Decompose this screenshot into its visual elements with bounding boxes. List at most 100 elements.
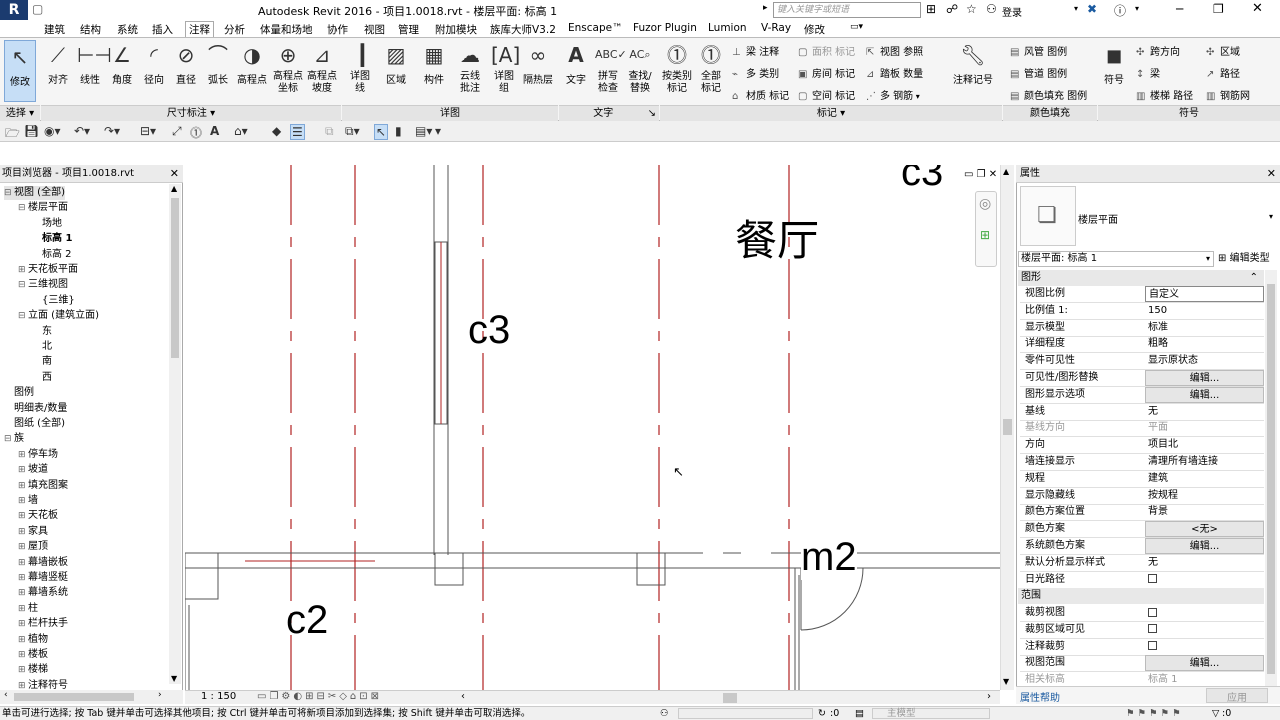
symbol-button[interactable]: ◼ 符号 <box>1100 42 1128 86</box>
browser-item[interactable]: ⊞ 栏杆扶手 <box>18 617 68 631</box>
tab-collaborate[interactable]: 协作 <box>327 22 348 37</box>
property-value[interactable]: 显示原状态 <box>1145 353 1264 369</box>
tag-all-button[interactable]: ⓵ 全部 标记 <box>696 42 726 95</box>
editable-only-icon[interactable]: ↻ <box>818 707 826 720</box>
browser-item[interactable]: 场地 <box>32 217 62 231</box>
section-extents[interactable]: 范围 <box>1018 588 1264 604</box>
expand-icon[interactable]: ⊞ <box>18 479 28 493</box>
canvas-vscroll-thumb[interactable] <box>1003 419 1012 435</box>
scroll-left-icon[interactable]: ‹ <box>461 691 465 702</box>
redo-icon[interactable]: ↷▾ <box>104 124 120 138</box>
close-icon[interactable]: ✕ <box>170 165 179 182</box>
section-icon[interactable]: ◆ <box>272 124 281 138</box>
expand-icon[interactable]: ⊞ <box>18 663 28 677</box>
keynote-button[interactable]: 🔧︎ 注释记号 <box>948 42 998 86</box>
expand-icon[interactable]: ⊞ <box>18 540 28 554</box>
arc-length-button[interactable]: ⌒ 弧长 <box>204 42 232 86</box>
revit-logo[interactable]: R <box>0 0 28 20</box>
properties-scroll-thumb[interactable] <box>1267 284 1275 674</box>
angular-dimension-button[interactable]: ∠ 角度 <box>108 42 136 86</box>
browser-item[interactable]: ⊞ 幕墙竖梃 <box>18 571 68 585</box>
text-quick-icon[interactable]: A <box>210 124 219 138</box>
region-button[interactable]: ▨ 区域 <box>382 42 410 86</box>
pipe-legend-button[interactable]: ▤ 管道 图例 <box>1010 65 1067 80</box>
apply-button[interactable]: 应用 <box>1206 688 1268 704</box>
door-tag-m2[interactable]: m2 <box>801 535 857 580</box>
expand-icon[interactable]: ⊞ <box>18 556 28 570</box>
align-dimension-button[interactable]: ⟋ 对齐 <box>44 42 72 86</box>
browser-hscrollbar[interactable]: ‹ › <box>0 690 183 704</box>
property-value[interactable]: <无> <box>1145 521 1264 538</box>
filter-icon[interactable]: ▽ <box>1212 707 1219 720</box>
multi-category-button[interactable]: ⌁ 多 类别 <box>732 65 779 80</box>
browser-item[interactable]: ⊞ 停车场 <box>18 448 58 462</box>
browser-item[interactable]: ⊟ 楼层平面 <box>18 201 68 215</box>
browser-item[interactable]: ⊞ 天花板平面 <box>18 263 78 277</box>
linear-dimension-button[interactable]: ⊢⊣ 线性 <box>76 42 112 86</box>
3d-view-icon[interactable]: ⌂▾ <box>234 124 248 138</box>
area-symbol-button[interactable]: ✣ 区域 <box>1206 43 1240 58</box>
scroll-left-icon[interactable]: ‹ <box>4 690 8 700</box>
subscription-icon[interactable]: ☍ <box>946 2 958 16</box>
browser-item[interactable]: ⊞ 填充图案 <box>18 479 68 493</box>
collapse-icon[interactable]: ⊟ <box>18 201 28 215</box>
property-value[interactable]: 按规程 <box>1145 488 1264 504</box>
tab-analyze[interactable]: 分析 <box>224 22 245 37</box>
property-value[interactable] <box>1145 572 1264 588</box>
window-tag-c2[interactable]: c2 <box>286 598 328 643</box>
switch-windows-icon[interactable]: ⧉▾ <box>345 124 360 139</box>
spot-elevation-button[interactable]: ◑ 高程点 <box>236 42 268 86</box>
login-dropdown-icon[interactable]: ▾ <box>1074 4 1078 13</box>
detail-group-button[interactable]: [A] 详图 组 <box>490 42 520 95</box>
canvas-hscroll-thumb[interactable] <box>723 693 737 703</box>
expand-icon[interactable]: ⊞ <box>18 463 28 477</box>
tab-fuzor[interactable]: Fuzor Plugin <box>633 22 697 34</box>
browser-item[interactable]: ⊟ 立面 (建筑立面) <box>18 309 99 323</box>
scroll-up-icon[interactable]: ▲ <box>1003 167 1009 176</box>
close-icon[interactable]: ✕ <box>1267 165 1276 182</box>
navigation-bar[interactable]: ◎ ⊞ <box>975 191 997 267</box>
span-direction-button[interactable]: ✣ 跨方向 <box>1136 43 1180 58</box>
multi-rebar-button[interactable]: ⋰ 多 钢筋 ▾ <box>866 87 920 102</box>
property-value[interactable]: 自定义 <box>1145 286 1264 302</box>
window-tile-icon[interactable]: ▤▾ <box>415 124 432 138</box>
tab-vray[interactable]: V-Ray <box>761 22 791 34</box>
edit-type-button[interactable]: ⊞ 编辑类型 <box>1218 251 1276 267</box>
selection-options-icons[interactable]: ⚑⚑⚑⚑⚑ <box>1126 707 1184 720</box>
browser-item[interactable]: 图纸 (全部) <box>4 417 65 431</box>
help-dropdown-icon[interactable]: ▾ <box>1135 4 1139 13</box>
collapse-icon[interactable]: ⊟ <box>18 278 28 292</box>
section-graphics[interactable]: 图形 ⌃ <box>1018 270 1264 286</box>
browser-item[interactable]: 南 <box>32 355 52 369</box>
expand-icon[interactable]: ⊞ <box>18 571 28 585</box>
instance-selector[interactable]: 楼层平面: 标高 1 ▾ <box>1018 251 1214 267</box>
browser-item[interactable]: 东 <box>32 325 52 339</box>
browser-item[interactable]: ⊞ 墙 <box>18 494 38 508</box>
measure-icon[interactable]: ⊟▾ <box>140 124 156 138</box>
tab-lumion[interactable]: Lumion <box>708 22 747 34</box>
scroll-right-icon[interactable]: › <box>158 690 162 700</box>
room-tag-button[interactable]: ▣ 房间 标记 <box>798 65 855 80</box>
duct-legend-button[interactable]: ▤ 风管 图例 <box>1010 43 1067 58</box>
browser-item[interactable]: ⊟ 族 <box>4 432 24 446</box>
panel-tag[interactable]: 标记 ▾ <box>660 105 1002 121</box>
checkbox[interactable] <box>1148 574 1157 584</box>
scroll-right-icon[interactable]: › <box>987 691 991 702</box>
property-value[interactable]: 无 <box>1145 555 1264 571</box>
workset-selector[interactable] <box>678 708 813 719</box>
property-value[interactable] <box>1145 605 1264 621</box>
properties-scrollbar[interactable] <box>1265 270 1277 686</box>
browser-item[interactable]: 西 <box>32 371 52 385</box>
binoculars-icon[interactable]: ⊞ <box>926 2 936 16</box>
view-window-controls[interactable]: ▭ ❐ ✕ <box>964 169 997 180</box>
view-reference-button[interactable]: ⇱ 视图 参照 <box>866 43 923 58</box>
property-value[interactable]: 清理所有墙连接 <box>1145 454 1264 470</box>
detail-line-button[interactable]: ▕▏ 详图 线 <box>346 42 378 95</box>
expand-icon[interactable]: ⊞ <box>18 263 28 277</box>
maximize-button[interactable]: ❐ <box>1213 2 1224 16</box>
modify-button[interactable]: ↖ 修改 <box>4 40 36 102</box>
select-cursor-icon[interactable]: ↖ <box>374 124 389 140</box>
close-button[interactable]: ✕ <box>1252 1 1263 16</box>
design-options-icon[interactable]: ▤ <box>855 707 864 720</box>
browser-item[interactable]: ⊞ 屋顶 <box>18 540 48 554</box>
